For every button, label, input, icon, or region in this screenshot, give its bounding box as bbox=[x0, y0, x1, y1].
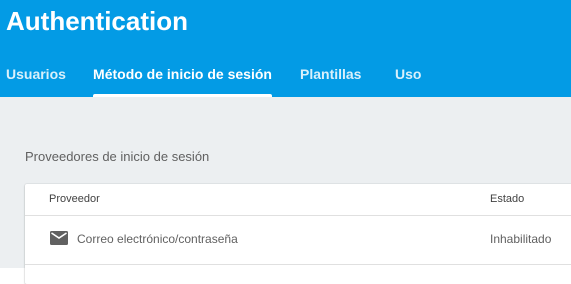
column-header-status: Estado bbox=[490, 193, 525, 205]
main-content: Proveedores de inicio de sesión Proveedo… bbox=[0, 97, 571, 284]
section-title: Proveedores de inicio de sesión bbox=[25, 149, 210, 164]
table-row[interactable]: Correo electrónico/contraseña Inhabilita… bbox=[25, 216, 571, 265]
providers-card: Proveedor Estado Correo electrónico/cont… bbox=[25, 184, 571, 284]
tab-plantillas[interactable]: Plantillas bbox=[300, 58, 366, 97]
provider-status: Inhabilitado bbox=[490, 232, 552, 246]
column-header-provider: Proveedor bbox=[49, 193, 100, 205]
tab-metodo-label: Método de inicio de sesión bbox=[93, 66, 272, 82]
tab-usuarios[interactable]: Usuarios bbox=[6, 58, 66, 97]
page-title: Authentication bbox=[6, 6, 188, 36]
provider-name: Correo electrónico/contraseña bbox=[77, 232, 238, 246]
table-header: Proveedor Estado bbox=[25, 184, 571, 216]
mail-icon bbox=[50, 231, 68, 245]
tab-uso[interactable]: Uso bbox=[395, 58, 423, 97]
tab-metodo-inicio-sesion[interactable]: Método de inicio de sesión bbox=[93, 58, 272, 97]
app-header: Authentication Usuarios Método de inicio… bbox=[0, 0, 571, 97]
tab-bar: Usuarios Método de inicio de sesión Plan… bbox=[0, 58, 571, 97]
